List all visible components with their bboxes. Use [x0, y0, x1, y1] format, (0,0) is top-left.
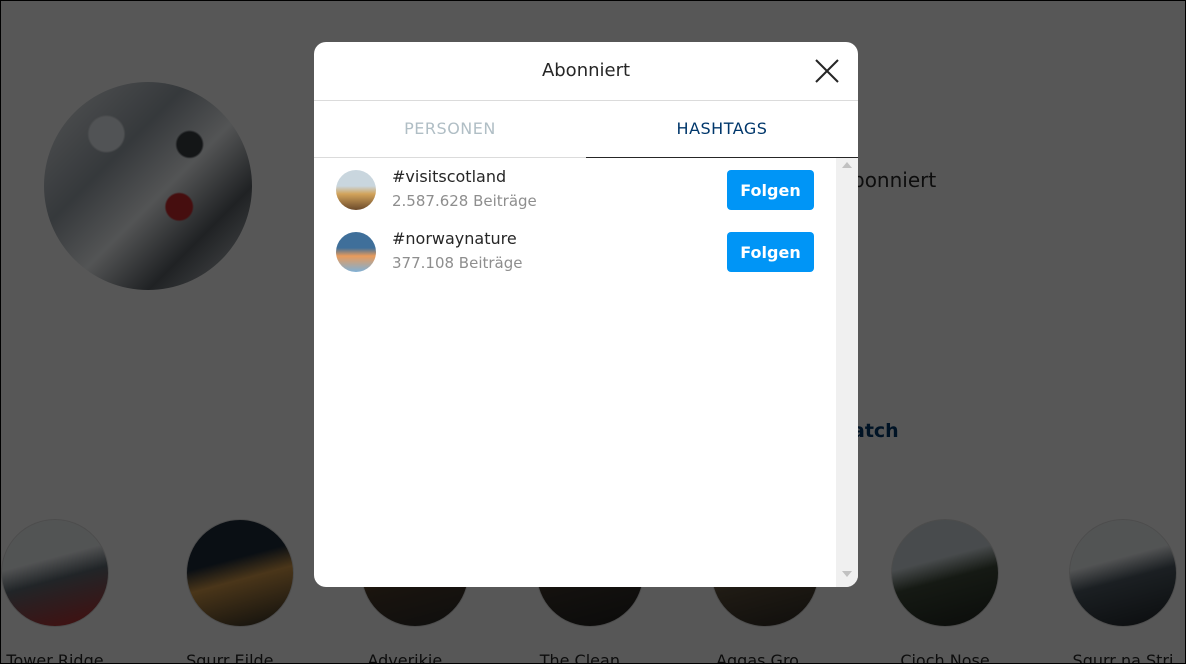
tab-hashtags[interactable]: HASHTAGS	[586, 101, 858, 158]
modal-header: Abonniert	[314, 42, 858, 101]
modal-title: Abonniert	[541, 60, 631, 81]
modal-tabs: PERSONEN HASHTAGS	[314, 101, 858, 158]
scroll-down-icon[interactable]	[842, 571, 852, 577]
hashtag-post-count: 2.587.628 Beiträge	[392, 192, 537, 210]
hashtag-post-count: 377.108 Beiträge	[392, 254, 523, 272]
close-button[interactable]	[812, 56, 842, 86]
hashtag-avatar[interactable]	[336, 170, 376, 210]
profile-page: bonniert atch Tower RidgeSgurr Eilde ...…	[0, 0, 1186, 664]
close-icon	[815, 59, 839, 83]
tab-personen[interactable]: PERSONEN	[314, 101, 586, 157]
list-item[interactable]: #norwaynature 377.108 Beiträge Folgen	[314, 220, 836, 282]
hashtag-avatar[interactable]	[336, 232, 376, 272]
hashtag-name[interactable]: #norwaynature	[392, 229, 517, 248]
follow-button[interactable]: Folgen	[727, 170, 814, 210]
hashtag-name[interactable]: #visitscotland	[392, 167, 506, 186]
list-item[interactable]: #visitscotland 2.587.628 Beiträge Folgen	[314, 158, 836, 220]
hashtag-list: #visitscotland 2.587.628 Beiträge Folgen…	[314, 158, 836, 587]
follow-button[interactable]: Folgen	[727, 232, 814, 272]
following-modal: Abonniert PERSONEN HASHTAGS #visitscotla…	[314, 42, 858, 587]
list-scrollbar[interactable]	[836, 158, 858, 587]
scroll-up-icon[interactable]	[842, 162, 852, 168]
